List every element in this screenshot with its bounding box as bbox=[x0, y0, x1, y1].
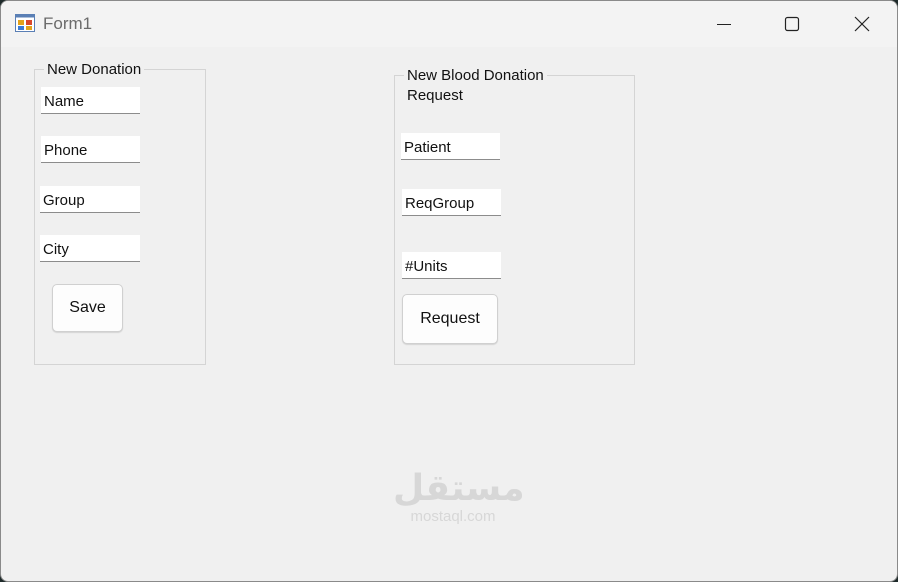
req-group-field[interactable] bbox=[402, 189, 501, 216]
window-title: Form1 bbox=[43, 14, 93, 33]
name-field[interactable] bbox=[41, 87, 140, 114]
blood-request-title-line1: New Blood Donation bbox=[407, 67, 544, 84]
close-icon bbox=[854, 16, 870, 32]
blood-request-group-title: New Blood Donation Request bbox=[404, 66, 547, 106]
watermark-arabic: مستقل bbox=[393, 468, 525, 509]
minimize-icon bbox=[717, 24, 731, 25]
mostaql-watermark: مستقل mostaql.com bbox=[393, 468, 525, 525]
maximize-icon bbox=[784, 16, 800, 32]
city-field[interactable] bbox=[40, 235, 140, 262]
units-field[interactable] bbox=[402, 252, 501, 279]
winforms-app-icon bbox=[15, 14, 35, 32]
group-field[interactable] bbox=[40, 186, 140, 213]
request-button[interactable]: Request bbox=[402, 294, 498, 344]
phone-field[interactable] bbox=[41, 136, 140, 163]
main-window: Form1 New Donation Save bbox=[0, 0, 898, 582]
title-bar[interactable]: Form1 bbox=[1, 1, 897, 47]
patient-field[interactable] bbox=[401, 133, 500, 160]
watermark-latin: mostaql.com bbox=[410, 508, 496, 525]
maximize-button[interactable] bbox=[757, 1, 827, 47]
new-donation-group-title: New Donation bbox=[44, 60, 145, 80]
blood-request-title-line2: Request bbox=[407, 87, 463, 104]
minimize-button[interactable] bbox=[689, 1, 759, 47]
save-button[interactable]: Save bbox=[52, 284, 123, 332]
close-button[interactable] bbox=[827, 1, 897, 47]
